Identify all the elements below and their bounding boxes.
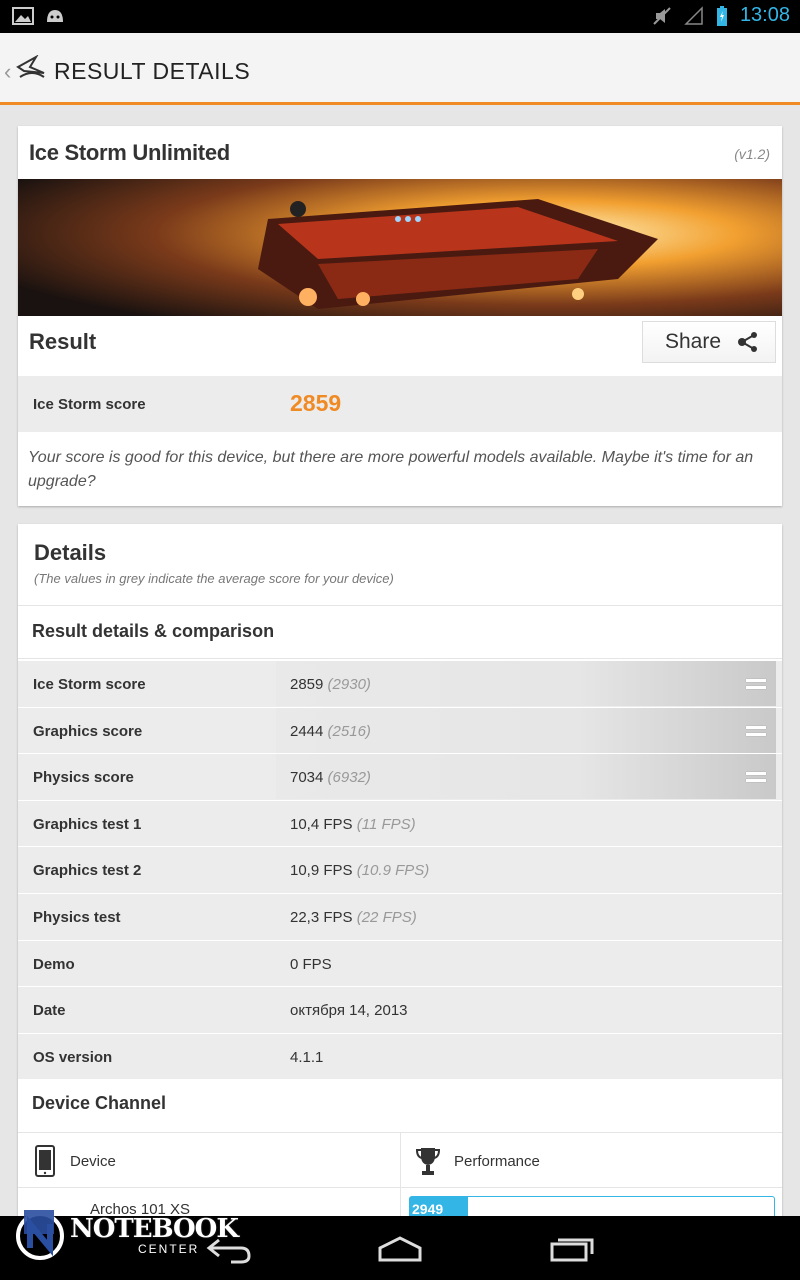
- score-label: Ice Storm score: [33, 396, 146, 413]
- mute-icon: [653, 6, 671, 25]
- row-average: (2930): [327, 676, 371, 693]
- table-row: Graphics test 1 10,4 FPS (11 FPS): [18, 800, 782, 848]
- performance-score: 2949: [412, 1201, 444, 1217]
- row-average: (6932): [327, 769, 371, 787]
- row-average: (2516): [327, 722, 371, 740]
- row-value: 4.1.1: [290, 1049, 323, 1066]
- table-row: Graphics test 2 10,9 FPS (10.9 FPS): [18, 847, 782, 894]
- row-score: 10,9 FPS: [290, 862, 353, 880]
- share-icon: [738, 332, 758, 352]
- watermark-text: NOTEBOOK: [70, 1214, 239, 1244]
- row-score: 0 FPS: [290, 955, 332, 973]
- row-label: Graphics test 1: [33, 815, 142, 833]
- row-label: Demo: [33, 955, 75, 973]
- divider: [18, 658, 782, 659]
- table-row: Graphics score 2444 (2516): [18, 707, 782, 755]
- battery-icon: [716, 5, 727, 26]
- row-label: Ice Storm score: [33, 676, 146, 693]
- share-label: Share: [665, 330, 722, 353]
- row-score: 4.1.1: [290, 1048, 324, 1066]
- row-score: 7034: [290, 769, 324, 787]
- watermark-logo: NOTEBOOK CENTER: [14, 1204, 239, 1269]
- row-average: (22 FPS): [356, 908, 417, 926]
- row-label: Physics test: [33, 908, 121, 926]
- android-debug-icon: [47, 10, 63, 22]
- row-label: OS version: [33, 1048, 113, 1066]
- equal-icon: [746, 725, 766, 736]
- result-card: Ice Storm Unlimited (v1.2) Result Share …: [18, 126, 782, 506]
- details-heading: Details: [34, 540, 107, 565]
- comparison-heading: Result details & comparison: [32, 621, 275, 641]
- row-label: Graphics score: [33, 722, 143, 740]
- share-button[interactable]: Share: [642, 321, 776, 363]
- device-column-header: Device: [34, 1133, 116, 1189]
- action-bar: ‹ RESULT DETAILS: [0, 33, 800, 105]
- trophy-icon: [416, 1148, 440, 1175]
- row-value: 2444 (2516): [290, 723, 371, 740]
- device-header-label: Device: [70, 1152, 116, 1170]
- row-score: 2859: [290, 676, 324, 693]
- status-bar: 13:08: [0, 0, 800, 33]
- score-message: Your score is good for this device, but …: [28, 449, 754, 490]
- divider: [18, 605, 782, 606]
- row-score: 10,4 FPS: [290, 815, 353, 833]
- row-value: 2859 (2930): [290, 676, 371, 693]
- device-channel-heading: Device Channel: [32, 1093, 167, 1113]
- score-value: 2859: [290, 390, 342, 416]
- row-value: 10,9 FPS (10.9 FPS): [290, 862, 429, 879]
- row-value: октября 14, 2013: [290, 1002, 408, 1019]
- signal-icon: [684, 5, 703, 25]
- benchmark-banner-image: [18, 179, 782, 316]
- row-value: 22,3 FPS (22 FPS): [290, 909, 417, 926]
- row-value: 7034 (6932): [290, 769, 371, 786]
- 3dmark-logo-icon[interactable]: [16, 55, 46, 81]
- row-score: 2444: [290, 722, 324, 740]
- details-subtitle: (The values in grey indicate the average…: [34, 571, 394, 586]
- phone-icon: [35, 1145, 55, 1177]
- up-chevron-icon[interactable]: ‹: [4, 59, 11, 85]
- row-value: 10,4 FPS (11 FPS): [290, 816, 416, 833]
- row-label: Date: [33, 1002, 66, 1020]
- benchmark-version: (v1.2): [734, 146, 770, 162]
- row-score: октября 14, 2013: [290, 1002, 408, 1020]
- score-row: Ice Storm score 2859: [18, 376, 782, 432]
- equal-icon: [746, 679, 766, 689]
- table-row: OS version 4.1.1: [18, 1033, 782, 1081]
- row-average: (11 FPS): [356, 815, 416, 833]
- table-row: Date октября 14, 2013: [18, 987, 782, 1034]
- row-value: 0 FPS: [290, 956, 332, 973]
- page-title: RESULT DETAILS: [54, 58, 251, 84]
- details-table: Ice Storm score 2859 (2930) Graphics sco…: [18, 661, 782, 1081]
- watermark-subtext: CENTER: [138, 1242, 200, 1256]
- home-icon[interactable]: [376, 1234, 424, 1264]
- watermark-emblem-icon: [16, 1210, 64, 1260]
- gallery-icon: [12, 7, 34, 25]
- row-average: (10.9 FPS): [356, 862, 430, 880]
- row-label: Graphics test 2: [33, 862, 142, 880]
- equal-icon: [746, 772, 766, 783]
- result-heading: Result: [29, 329, 97, 354]
- table-row: Physics test 22,3 FPS (22 FPS): [18, 893, 782, 941]
- details-card: Details (The values in grey indicate the…: [18, 524, 782, 1224]
- table-row: Physics score 7034 (6932): [18, 754, 782, 801]
- row-score: 22,3 FPS: [290, 908, 353, 926]
- recent-apps-icon[interactable]: [548, 1234, 596, 1264]
- performance-column-header: Performance: [416, 1133, 540, 1189]
- row-label: Physics score: [33, 769, 134, 787]
- performance-header-label: Performance: [454, 1152, 540, 1170]
- benchmark-title: Ice Storm Unlimited: [29, 140, 230, 165]
- table-row: Ice Storm score 2859 (2930): [18, 661, 782, 708]
- table-row: Demo 0 FPS: [18, 940, 782, 988]
- clock: 13:08: [739, 4, 790, 26]
